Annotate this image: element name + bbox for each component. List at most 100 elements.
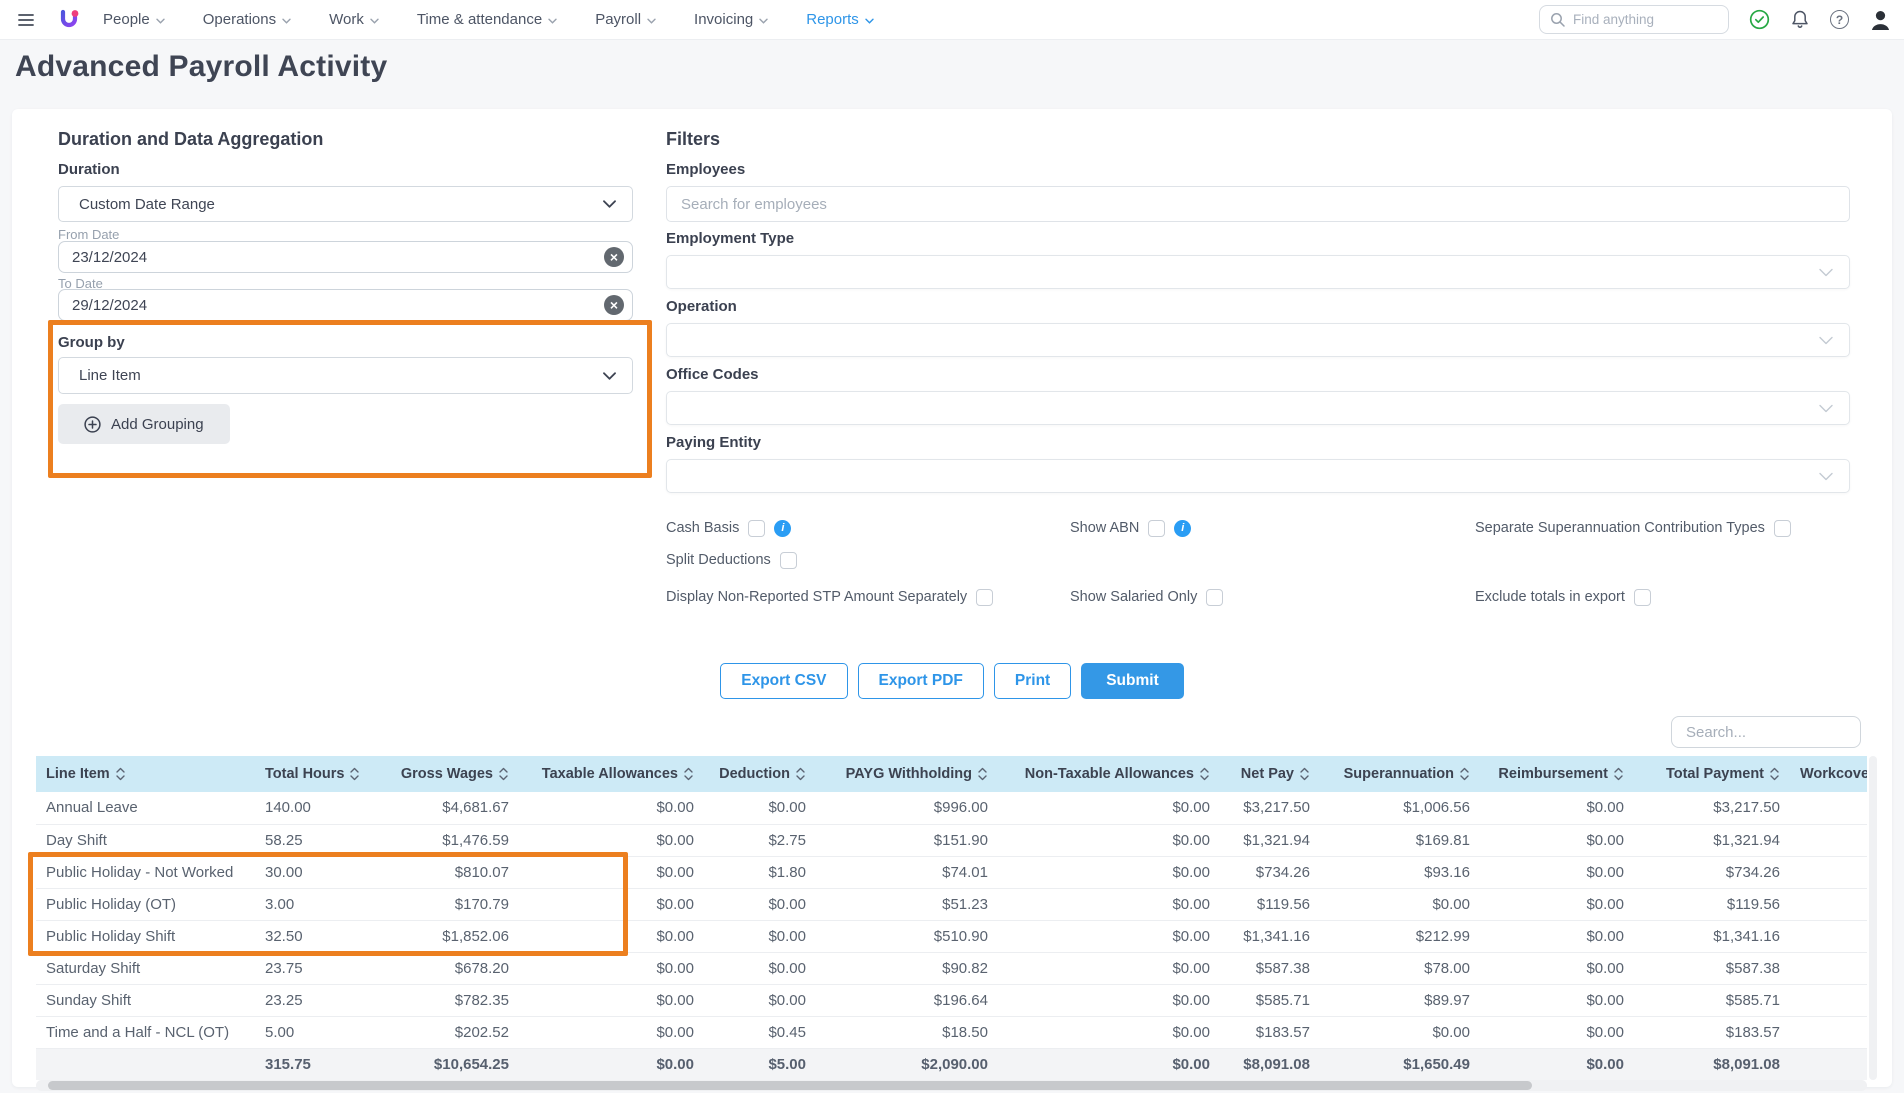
- column-header-label: Total Hours: [265, 766, 344, 782]
- nav-item-label: Time & attendance: [417, 11, 542, 28]
- checkbox-show-salaried-only[interactable]: [1206, 589, 1223, 606]
- table-vertical-scrollbar[interactable]: [1869, 756, 1877, 1080]
- checkbox-item-exclude-totals-in-export: Exclude totals in export: [1475, 589, 1861, 606]
- column-header-total-hours[interactable]: Total Hours: [255, 756, 373, 792]
- help-icon[interactable]: ?: [1830, 10, 1849, 29]
- checkbox-separate-superannuation-contribution-types[interactable]: [1774, 520, 1791, 537]
- status-check-icon[interactable]: [1749, 9, 1770, 30]
- column-header-taxable-allowances[interactable]: Taxable Allowances: [519, 756, 704, 792]
- filter-label-employment-type: Employment Type: [666, 230, 1850, 249]
- checkbox-show-abn[interactable]: [1148, 520, 1165, 537]
- cell-gross-wages: $10,654.25: [373, 1048, 519, 1080]
- nav-item-work[interactable]: Work: [329, 11, 379, 28]
- filter-select-paying-entity[interactable]: [666, 459, 1850, 493]
- nav-item-invoicing[interactable]: Invoicing: [694, 11, 768, 28]
- nav-item-operations[interactable]: Operations: [203, 11, 291, 28]
- table-horizontal-scrollbar[interactable]: [36, 1080, 1867, 1091]
- nav-item-label: Work: [329, 11, 364, 28]
- nav-item-reports[interactable]: Reports: [806, 11, 874, 28]
- filter-select-office-codes[interactable]: [666, 391, 1850, 425]
- cell-taxable-allowances: $0.00: [519, 888, 704, 920]
- filter-select-employment-type[interactable]: [666, 255, 1850, 289]
- duration-select[interactable]: Custom Date Range: [58, 186, 633, 222]
- column-header-label: Superannuation: [1344, 766, 1454, 782]
- cell-payg-withholding: $996.00: [816, 792, 998, 824]
- column-header-net-pay[interactable]: Net Pay: [1220, 756, 1320, 792]
- column-header-superannuation[interactable]: Superannuation: [1320, 756, 1480, 792]
- nav-item-payroll[interactable]: Payroll: [595, 11, 656, 28]
- print-button[interactable]: Print: [994, 663, 1071, 699]
- column-header-gross-wages[interactable]: Gross Wages: [373, 756, 519, 792]
- group-by-select[interactable]: Line Item: [58, 357, 633, 394]
- cell-workcover: [1790, 856, 1867, 888]
- nav-item-time-attendance[interactable]: Time & attendance: [417, 11, 557, 28]
- checkbox-display-non-reported-stp-amount-separately[interactable]: [976, 589, 993, 606]
- cell-gross-wages: $4,681.67: [373, 792, 519, 824]
- column-header-reimbursement[interactable]: Reimbursement: [1480, 756, 1634, 792]
- nav-item-people[interactable]: People: [103, 11, 165, 28]
- cell-non-taxable-allowances: $0.00: [998, 856, 1220, 888]
- employees-label: Employees: [666, 161, 745, 178]
- global-search[interactable]: [1539, 5, 1729, 34]
- checkbox-split-deductions[interactable]: [780, 552, 797, 569]
- hamburger-menu-icon[interactable]: [17, 12, 35, 28]
- topbar: People Operations Work Time & attendance Pay…: [0, 0, 1904, 40]
- filter-select-operation[interactable]: [666, 323, 1850, 357]
- employees-search-input[interactable]: [666, 186, 1850, 222]
- nav-item-label: Reports: [806, 11, 859, 28]
- duration-label: Duration: [58, 161, 120, 178]
- cell-non-taxable-allowances: $0.00: [998, 888, 1220, 920]
- cell-reimbursement: $0.00: [1480, 984, 1634, 1016]
- clear-from-date-icon[interactable]: ×: [604, 247, 624, 267]
- checkbox-cash-basis[interactable]: [748, 520, 765, 537]
- clear-to-date-icon[interactable]: ×: [604, 295, 624, 315]
- info-icon[interactable]: i: [774, 520, 791, 537]
- column-header-line-item[interactable]: Line Item: [36, 756, 255, 792]
- column-header-deduction[interactable]: Deduction: [704, 756, 816, 792]
- notifications-bell-icon[interactable]: [1790, 9, 1810, 30]
- chevron-down-icon: [156, 18, 165, 24]
- cell-payg-withholding: $74.01: [816, 856, 998, 888]
- submit-button[interactable]: Submit: [1081, 663, 1184, 699]
- avatar[interactable]: [1869, 8, 1892, 31]
- add-grouping-label: Add Grouping: [111, 416, 204, 433]
- add-grouping-button[interactable]: Add Grouping: [58, 404, 230, 444]
- chevron-down-icon: [603, 200, 616, 208]
- checkbox-exclude-totals-in-export[interactable]: [1634, 589, 1651, 606]
- column-header-label: PAYG Withholding: [846, 766, 972, 782]
- info-icon[interactable]: i: [1174, 520, 1191, 537]
- table-row: Saturday Shift23.75$678.20$0.00$0.00$90.…: [36, 952, 1867, 984]
- checkbox-label: Show Salaried Only: [1070, 589, 1197, 605]
- from-date-input[interactable]: 23/12/2024 ×: [58, 241, 633, 273]
- column-header-payg-withholding[interactable]: PAYG Withholding: [816, 756, 998, 792]
- plus-circle-icon: [84, 416, 101, 433]
- chevron-down-icon: [1819, 268, 1833, 277]
- checkbox-row: Cash BasisiShow ABNiSeparate Superannuat…: [666, 519, 1861, 537]
- column-header-label: Taxable Allowances: [542, 766, 678, 782]
- app-logo-icon[interactable]: [57, 8, 81, 32]
- group-by-select-value: Line Item: [79, 367, 141, 384]
- to-date-input[interactable]: 29/12/2024 ×: [58, 289, 633, 321]
- cell-reimbursement: $0.00: [1480, 792, 1634, 824]
- export-pdf-button[interactable]: Export PDF: [858, 663, 984, 699]
- cell-total-payment: $183.57: [1634, 1016, 1790, 1048]
- table-search-input[interactable]: [1671, 716, 1861, 748]
- global-search-input[interactable]: [1573, 12, 1703, 27]
- cell-total-payment: $8,091.08: [1634, 1048, 1790, 1080]
- cell-payg-withholding: $51.23: [816, 888, 998, 920]
- scrollbar-thumb[interactable]: [48, 1081, 1532, 1090]
- cell-workcover: [1790, 824, 1867, 856]
- cell-reimbursement: $0.00: [1480, 1016, 1634, 1048]
- column-header-total-payment[interactable]: Total Payment: [1634, 756, 1790, 792]
- export-csv-button[interactable]: Export CSV: [720, 663, 847, 699]
- nav-item-label: Operations: [203, 11, 276, 28]
- filter-label-office-codes: Office Codes: [666, 366, 1850, 385]
- column-header-non-taxable-allowances[interactable]: Non-Taxable Allowances: [998, 756, 1220, 792]
- column-header-workcover[interactable]: Workcover: [1790, 756, 1867, 792]
- filter-checkboxes: Cash BasisiShow ABNiSeparate Superannuat…: [666, 519, 1861, 606]
- cell-gross-wages: $782.35: [373, 984, 519, 1016]
- cell-net-pay: $587.38: [1220, 952, 1320, 984]
- chevron-down-icon: [370, 18, 379, 24]
- cell-gross-wages: $810.07: [373, 856, 519, 888]
- sort-icon: [498, 766, 509, 782]
